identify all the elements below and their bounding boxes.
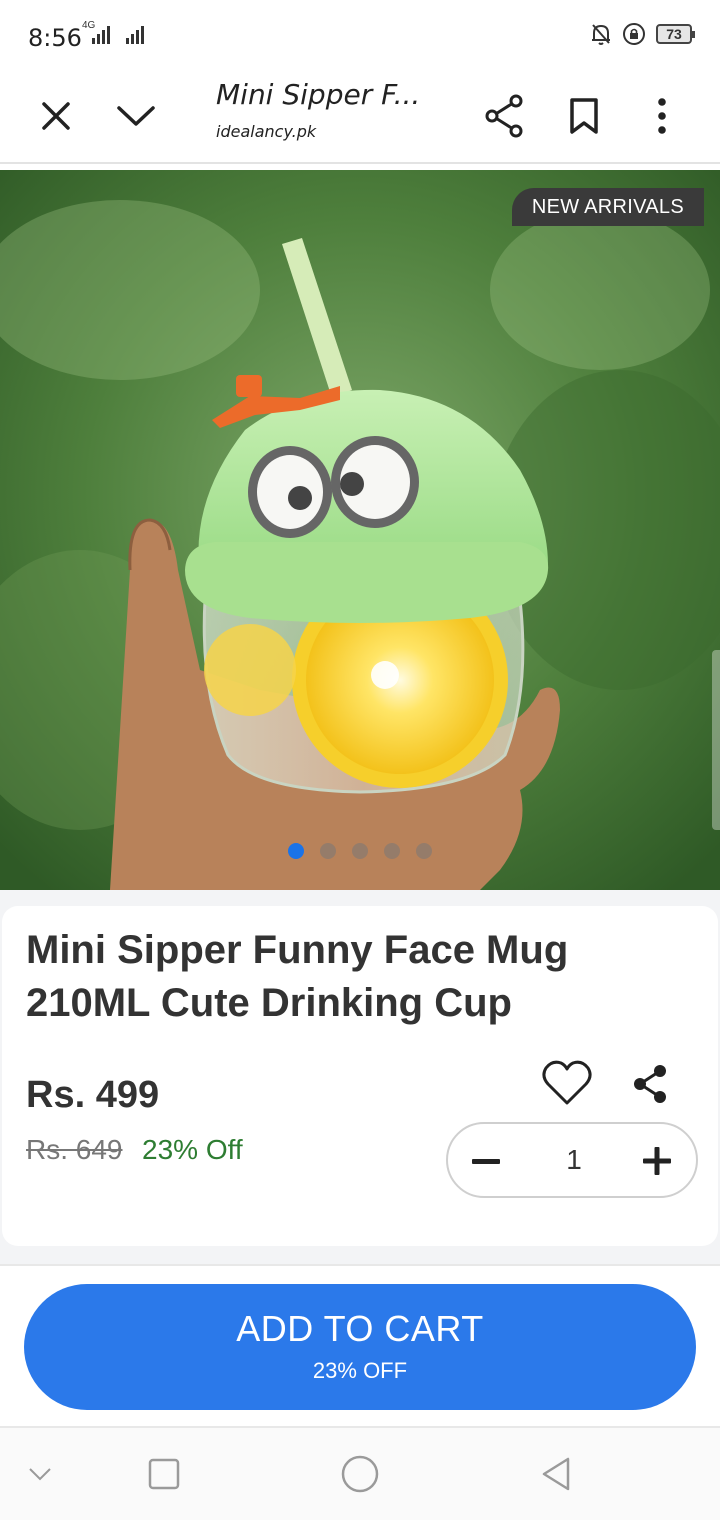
quantity-value: 1 (566, 1144, 582, 1175)
heart-icon (542, 1060, 592, 1105)
battery-indicator: 73 (656, 24, 695, 44)
discount-label: 23% Off (142, 1134, 243, 1165)
signal-bars-icon (92, 24, 110, 44)
more-options-button[interactable] (632, 86, 692, 146)
minus-icon (472, 1159, 500, 1164)
status-bar: 8:56 4G 73 (0, 0, 720, 72)
share-product-button[interactable] (632, 1064, 668, 1104)
nav-recents-button[interactable] (144, 1454, 184, 1494)
status-right: 73 (590, 22, 695, 46)
product-photo (0, 170, 720, 890)
product-image-carousel[interactable]: NEW ARRIVALS (0, 170, 720, 890)
original-price: Rs. 649 (26, 1134, 123, 1165)
wishlist-button[interactable] (540, 1058, 594, 1108)
product-price: Rs. 499 (26, 1074, 160, 1116)
bookmark-button[interactable] (554, 86, 614, 146)
add-to-cart-label: ADD TO CART (236, 1308, 484, 1349)
share-icon (485, 94, 523, 138)
page-domain: idealancy.pk (216, 122, 317, 141)
carousel-dot-1[interactable] (288, 843, 304, 859)
close-icon (42, 102, 70, 130)
scrollbar[interactable] (712, 650, 720, 830)
decrease-quantity-button[interactable] (470, 1146, 502, 1178)
screen: 8:56 4G 73 Mini Sipper F... idealancy.pk… (0, 0, 720, 1520)
status-time: 8:56 (28, 24, 82, 52)
nav-hide-button[interactable] (20, 1454, 60, 1494)
lock-rotation-icon (623, 23, 645, 45)
browser-toolbar: Mini Sipper F... idealancy.pk (0, 72, 720, 164)
new-arrivals-badge: NEW ARRIVALS (511, 188, 704, 226)
square-icon (148, 1458, 180, 1490)
share-button[interactable] (474, 86, 534, 146)
chevron-down-icon (29, 1468, 51, 1481)
share-icon (634, 1065, 666, 1103)
system-navigation-bar (0, 1426, 720, 1520)
circle-icon (341, 1455, 379, 1493)
chevron-down-icon (117, 106, 155, 126)
carousel-indicator (288, 843, 432, 859)
quantity-stepper: 1 (446, 1122, 698, 1198)
page-title: Mini Sipper F... (216, 78, 421, 111)
product-info-card: Mini Sipper Funny Face Mug 210ML Cute Dr… (2, 906, 718, 1246)
plus-icon (643, 1147, 671, 1175)
carousel-dot-2[interactable] (320, 843, 336, 859)
carousel-dot-4[interactable] (384, 843, 400, 859)
collapse-button[interactable] (106, 86, 166, 146)
cart-bar: ADD TO CART 23% OFF (0, 1264, 720, 1426)
back-triangle-icon (542, 1457, 570, 1491)
nav-back-button[interactable] (536, 1454, 576, 1494)
add-to-cart-discount: 23% OFF (312, 1358, 408, 1383)
close-button[interactable] (26, 86, 86, 146)
nav-home-button[interactable] (340, 1454, 380, 1494)
carousel-dot-3[interactable] (352, 843, 368, 859)
more-vertical-icon (658, 98, 666, 134)
bookmark-icon (570, 98, 598, 134)
bell-off-icon (592, 24, 610, 45)
increase-quantity-button[interactable] (640, 1144, 674, 1178)
carousel-dot-5[interactable] (416, 843, 432, 859)
product-title: Mini Sipper Funny Face Mug 210ML Cute Dr… (26, 928, 569, 1025)
signal-bars-2-icon (126, 24, 144, 44)
add-to-cart-button[interactable]: ADD TO CART 23% OFF (24, 1284, 696, 1410)
